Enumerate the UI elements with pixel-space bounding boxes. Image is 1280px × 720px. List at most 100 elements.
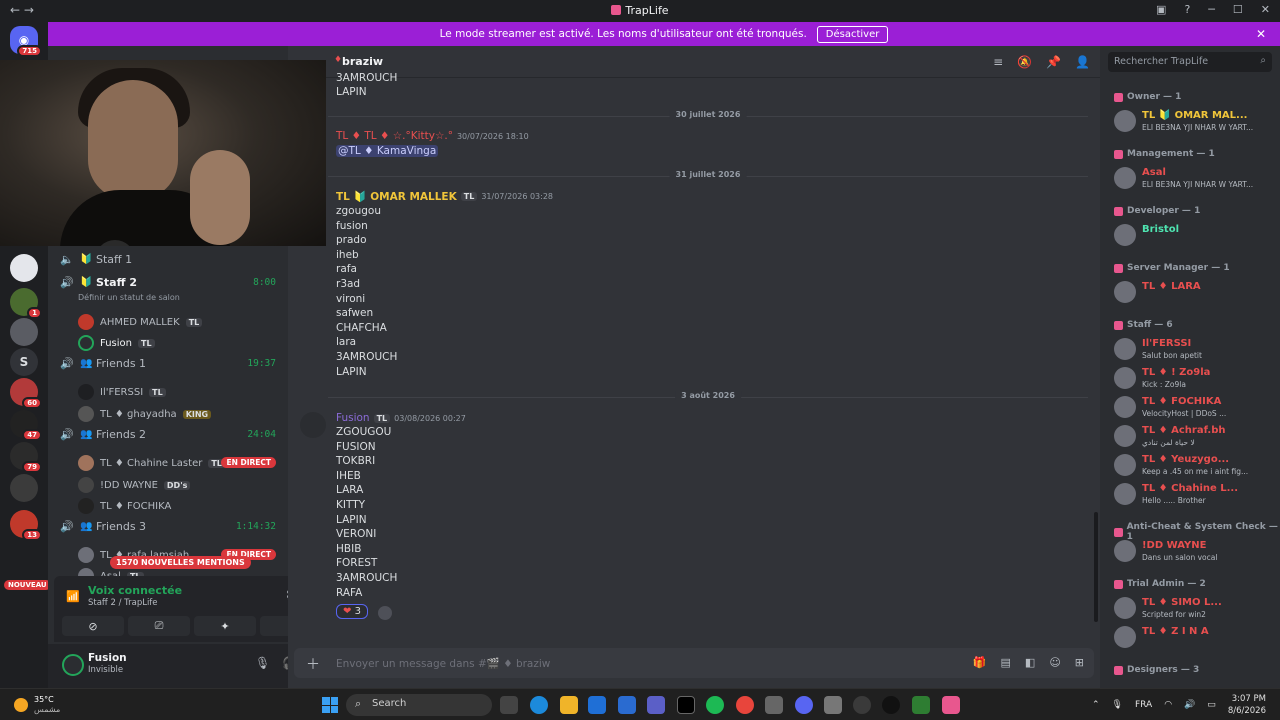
battery-icon[interactable]: ▭	[1207, 700, 1216, 710]
outlook-icon[interactable]	[588, 696, 606, 714]
clock[interactable]: 3:07 PM 8/6/2026	[1228, 693, 1266, 717]
app-icon[interactable]	[912, 696, 930, 714]
calculator-icon[interactable]	[765, 696, 783, 714]
member-item[interactable]: TL ♦ ! Zo9la Kick : Zo9la	[1112, 363, 1274, 391]
task-view-icon[interactable]	[500, 696, 518, 714]
server-icon[interactable]: 13	[10, 510, 42, 541]
user-mention[interactable]: @TL ♦ KamaVinga	[336, 145, 439, 157]
language-indicator[interactable]: FRA	[1135, 700, 1152, 710]
plus-icon[interactable]: ＋	[306, 654, 320, 674]
close-icon[interactable]: ✕	[1256, 27, 1266, 41]
teams-icon[interactable]	[647, 696, 665, 714]
threads-icon[interactable]: ≡	[993, 55, 1003, 69]
activities-button[interactable]: ✦	[194, 616, 256, 636]
microphone-icon[interactable]: 🎙	[1112, 700, 1123, 710]
message-line: iheb	[336, 248, 359, 261]
role-tag: TL	[373, 413, 391, 423]
voice-member[interactable]: AHMED MALLEK TL	[78, 314, 278, 330]
voice-member[interactable]: Il'FERSSI TL	[78, 384, 278, 400]
member-item[interactable]: TL ♦ FOCHIKA VelocityHost | DDoS ...	[1112, 392, 1274, 420]
app-icon[interactable]	[853, 696, 871, 714]
new-badge: NOUVEAU	[4, 580, 51, 590]
search-input[interactable]: Rechercher TrapLife ⌕	[1108, 52, 1272, 72]
member-item[interactable]: TL 🔰 OMAR MAL... ELI BE3NA YJI NHAR W YAR…	[1112, 106, 1274, 134]
traplife-app-icon[interactable]	[942, 696, 960, 714]
wifi-icon[interactable]: ◠	[1164, 700, 1172, 710]
sticker-icon[interactable]: ◧	[1025, 656, 1035, 669]
members-icon[interactable]: 👤	[1075, 55, 1090, 69]
member-item[interactable]: TL ♦ Achraf.bh لا حياة لمن تنادي	[1112, 421, 1274, 449]
inbox-icon[interactable]: ▣	[1156, 3, 1166, 16]
role-header: Designers — 3	[1114, 665, 1199, 675]
close-button[interactable]: ✕	[1261, 3, 1270, 16]
member-item[interactable]: !DD WAYNE Dans un salon vocal	[1112, 536, 1274, 564]
maximize-button[interactable]: ☐	[1233, 3, 1243, 16]
add-reaction-icon[interactable]	[378, 606, 392, 620]
server-traplife[interactable]	[10, 254, 38, 282]
voice-member[interactable]: TL ♦ ɡhayadha KING	[78, 406, 278, 422]
member-item[interactable]: TL ♦ Yeuzygo... Keep a .45 on me i aint f…	[1112, 450, 1274, 478]
server-icon[interactable]: 60	[10, 378, 42, 409]
gift-icon[interactable]: 🎁	[973, 656, 987, 669]
minimize-button[interactable]: ─	[1208, 3, 1215, 16]
user-name: Fusion	[88, 652, 127, 664]
help-icon[interactable]: ?	[1184, 3, 1190, 16]
member-item[interactable]: Il'FERSSI Salut bon apetit	[1112, 334, 1274, 362]
avatar[interactable]	[62, 654, 84, 676]
app-icon[interactable]	[882, 696, 900, 714]
chevron-up-icon[interactable]: ⌃	[1092, 700, 1100, 710]
terminal-icon[interactable]	[677, 696, 695, 714]
camera-off-button[interactable]: ⊘	[62, 616, 124, 636]
message-composer[interactable]: ＋ Envoyer un message dans #🎬 ♦ braziw 🎁 …	[294, 648, 1094, 678]
member-item[interactable]: Bristol	[1112, 220, 1274, 248]
edge-icon[interactable]	[530, 696, 548, 714]
disable-streamer-button[interactable]: Désactiver	[816, 25, 889, 43]
role-icon	[1114, 579, 1123, 589]
author-name[interactable]: TL ♦ TL ♦ ☆.°Kitty☆.°	[336, 130, 453, 142]
server-icon[interactable]: 79	[10, 442, 42, 473]
file-explorer-icon[interactable]	[560, 696, 578, 714]
member-name: TL ♦ ! Zo9la	[1142, 367, 1211, 378]
reaction-count: 3	[354, 606, 361, 617]
server-icon[interactable]	[10, 474, 38, 502]
server-s[interactable]: S	[10, 348, 38, 376]
gif-icon[interactable]: ▤	[1001, 656, 1011, 669]
start-button[interactable]	[322, 697, 338, 713]
server-icon[interactable]: 1	[10, 288, 42, 319]
author-name[interactable]: TL 🔰 OMAR MALLEK	[336, 190, 457, 203]
member-item[interactable]: TL ♦ SIMO L... Scripted for win2	[1112, 593, 1274, 621]
volume-icon[interactable]: 🔊	[1184, 700, 1195, 710]
voice-member[interactable]: !DD WAYNE DD's	[78, 477, 278, 493]
reaction-heart[interactable]: ❤ 3	[336, 604, 368, 619]
member-item[interactable]: TL ♦ Chahine L... Hello ..... Brother	[1112, 479, 1274, 507]
chrome-icon[interactable]	[736, 696, 754, 714]
author-name[interactable]: Fusion	[336, 412, 370, 424]
member-item[interactable]: Asal ELI BE3NA YJI NHAR W YART...	[1112, 163, 1274, 191]
voice-member[interactable]: Fusion TL	[78, 335, 278, 351]
share-screen-button[interactable]: ⎚	[128, 616, 190, 636]
server-icon[interactable]: 47	[10, 410, 42, 441]
discord-icon[interactable]	[795, 696, 813, 714]
microphone-icon[interactable]: 🎙	[255, 656, 270, 670]
chat-scrollbar[interactable]	[1094, 512, 1098, 622]
taskbar-search[interactable]: ⌕ Search	[346, 694, 492, 716]
member-name: TL ♦ Achraf.bh	[1142, 425, 1226, 436]
avatar[interactable]	[300, 412, 326, 438]
message-line: rafa	[336, 263, 357, 276]
member-item[interactable]: TL ♦ Z I N A	[1112, 622, 1274, 650]
voice-member[interactable]: TL ♦ Chahine Laster TL	[78, 455, 318, 471]
server-home[interactable]: ◉ 715	[10, 26, 42, 57]
app-icon[interactable]	[824, 696, 842, 714]
spotify-icon[interactable]	[706, 696, 724, 714]
new-mentions-pill[interactable]: 1570 NOUVELLES MENTIONS	[110, 556, 251, 569]
notifications-icon[interactable]: 🔕	[1017, 55, 1032, 69]
member-item[interactable]: TL ♦ LARA	[1112, 277, 1274, 305]
store-icon[interactable]	[618, 696, 636, 714]
message-line: fusion	[336, 219, 368, 232]
emoji-icon[interactable]: ☺	[1049, 656, 1060, 669]
member-status: Keep a .45 on me i aint fig...	[1142, 467, 1249, 476]
server-icon[interactable]	[10, 318, 38, 346]
voice-member[interactable]: TL ♦ FOCHIKA	[78, 498, 278, 514]
pin-icon[interactable]: 📌	[1046, 55, 1061, 69]
apps-icon[interactable]: ⊞	[1075, 656, 1084, 669]
